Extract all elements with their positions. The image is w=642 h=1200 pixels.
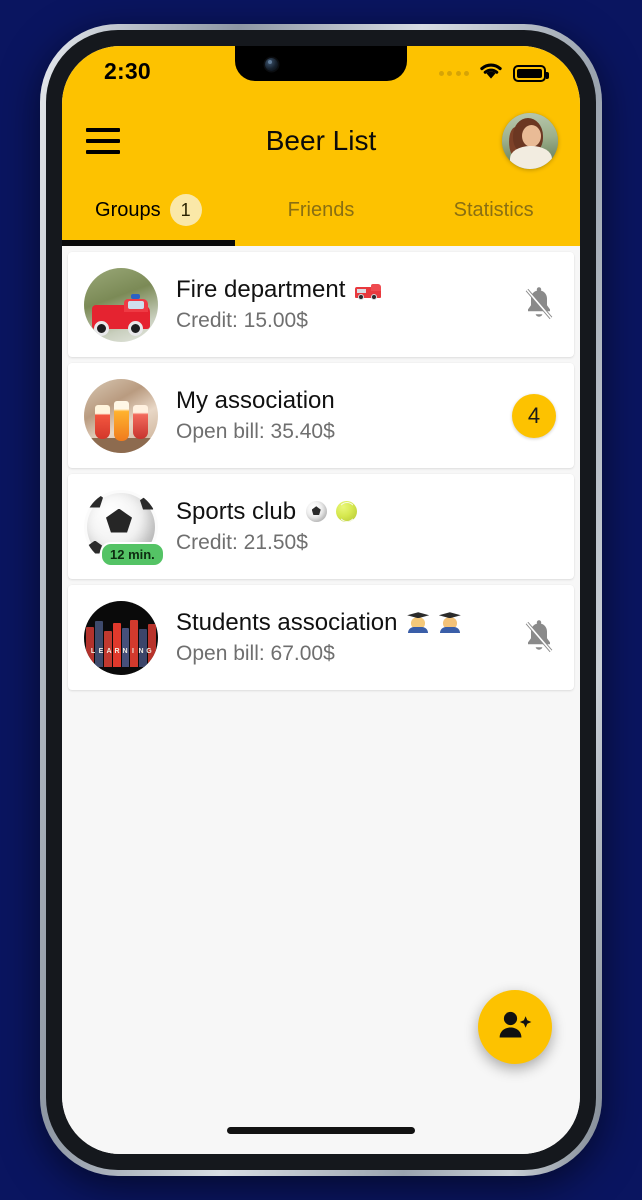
tab-groups[interactable]: Groups 1 xyxy=(62,180,235,246)
tab-statistics[interactable]: Statistics xyxy=(407,180,580,246)
phone-frame: 2:30 Beer List Groups 1 Friends Statisti… xyxy=(40,24,602,1176)
signal-dots-icon xyxy=(438,70,469,76)
list-item[interactable]: Fire department Credit: 15.00$ xyxy=(68,252,574,357)
group-subtitle: Credit: 21.50$ xyxy=(176,530,308,554)
list-item[interactable]: My association Open bill: 35.40$ 4 xyxy=(68,363,574,468)
group-subtitle: Open bill: 35.40$ xyxy=(176,419,335,443)
man-student-emoji xyxy=(407,611,430,634)
group-text: Students association Open bill: 67.00$ xyxy=(176,608,522,667)
group-thumbnail xyxy=(84,378,158,453)
group-thumbnail: LEARNING xyxy=(84,600,158,675)
status-badge[interactable]: 4 xyxy=(512,393,556,438)
notifications-off-icon[interactable] xyxy=(522,286,556,324)
battery-full-icon xyxy=(513,64,549,82)
tab-statistics-label: Statistics xyxy=(453,198,534,221)
tab-friends[interactable]: Friends xyxy=(235,180,408,246)
phone-screen: 2:30 Beer List Groups 1 Friends Statisti… xyxy=(62,46,580,1154)
group-title-row: My association xyxy=(176,386,512,415)
group-title: Fire department xyxy=(176,276,346,304)
group-title-row: Students association xyxy=(176,608,522,637)
group-title: Students association xyxy=(176,609,398,637)
group-thumbnail xyxy=(84,267,158,342)
hamburger-menu-icon[interactable] xyxy=(86,128,120,154)
list-item[interactable]: 12 min. Sports club Credit: 21.50$ xyxy=(68,474,574,579)
tab-bar: Groups 1 Friends Statistics xyxy=(62,180,580,246)
add-group-button[interactable] xyxy=(478,990,552,1064)
wifi-icon xyxy=(478,61,504,85)
tab-groups-badge: 1 xyxy=(169,194,202,226)
group-thumbnail: 12 min. xyxy=(84,489,165,567)
group-title: My association xyxy=(176,387,335,415)
home-indicator[interactable] xyxy=(227,1127,415,1134)
tab-active-underline xyxy=(62,240,235,246)
group-title-row: Sports club xyxy=(176,497,556,526)
group-title: Sports club xyxy=(176,498,297,526)
group-text: Sports club Credit: 21.50$ xyxy=(176,497,556,556)
tab-groups-label: Groups xyxy=(95,198,161,221)
front-camera-icon xyxy=(265,58,278,71)
avatar[interactable] xyxy=(502,113,558,169)
fire-engine-emoji xyxy=(355,281,382,301)
woman-student-emoji xyxy=(438,611,461,634)
group-subtitle: Open bill: 67.00$ xyxy=(176,641,335,665)
tennis-ball-emoji xyxy=(336,501,358,523)
tab-friends-label: Friends xyxy=(287,198,355,221)
phone-bezel: 2:30 Beer List Groups 1 Friends Statisti… xyxy=(46,30,596,1170)
book-letters: LEARNING xyxy=(90,647,152,655)
status-bar-indicators xyxy=(438,61,549,85)
group-text: My association Open bill: 35.40$ xyxy=(176,386,512,445)
person-add-icon xyxy=(498,1010,532,1045)
time-badge: 12 min. xyxy=(100,541,165,567)
status-bar-time: 2:30 xyxy=(104,58,151,84)
soccer-ball-emoji xyxy=(305,501,327,523)
notifications-off-icon[interactable] xyxy=(522,619,556,657)
list-item[interactable]: LEARNING Students association Open bill:… xyxy=(68,585,574,690)
group-text: Fire department Credit: 15.00$ xyxy=(176,275,522,334)
page-root: 2:30 Beer List Groups 1 Friends Statisti… xyxy=(0,0,642,1200)
phone-notch xyxy=(235,46,407,81)
group-subtitle: Credit: 15.00$ xyxy=(176,308,308,332)
app-bar: Beer List xyxy=(62,102,580,180)
group-title-row: Fire department xyxy=(176,275,522,304)
